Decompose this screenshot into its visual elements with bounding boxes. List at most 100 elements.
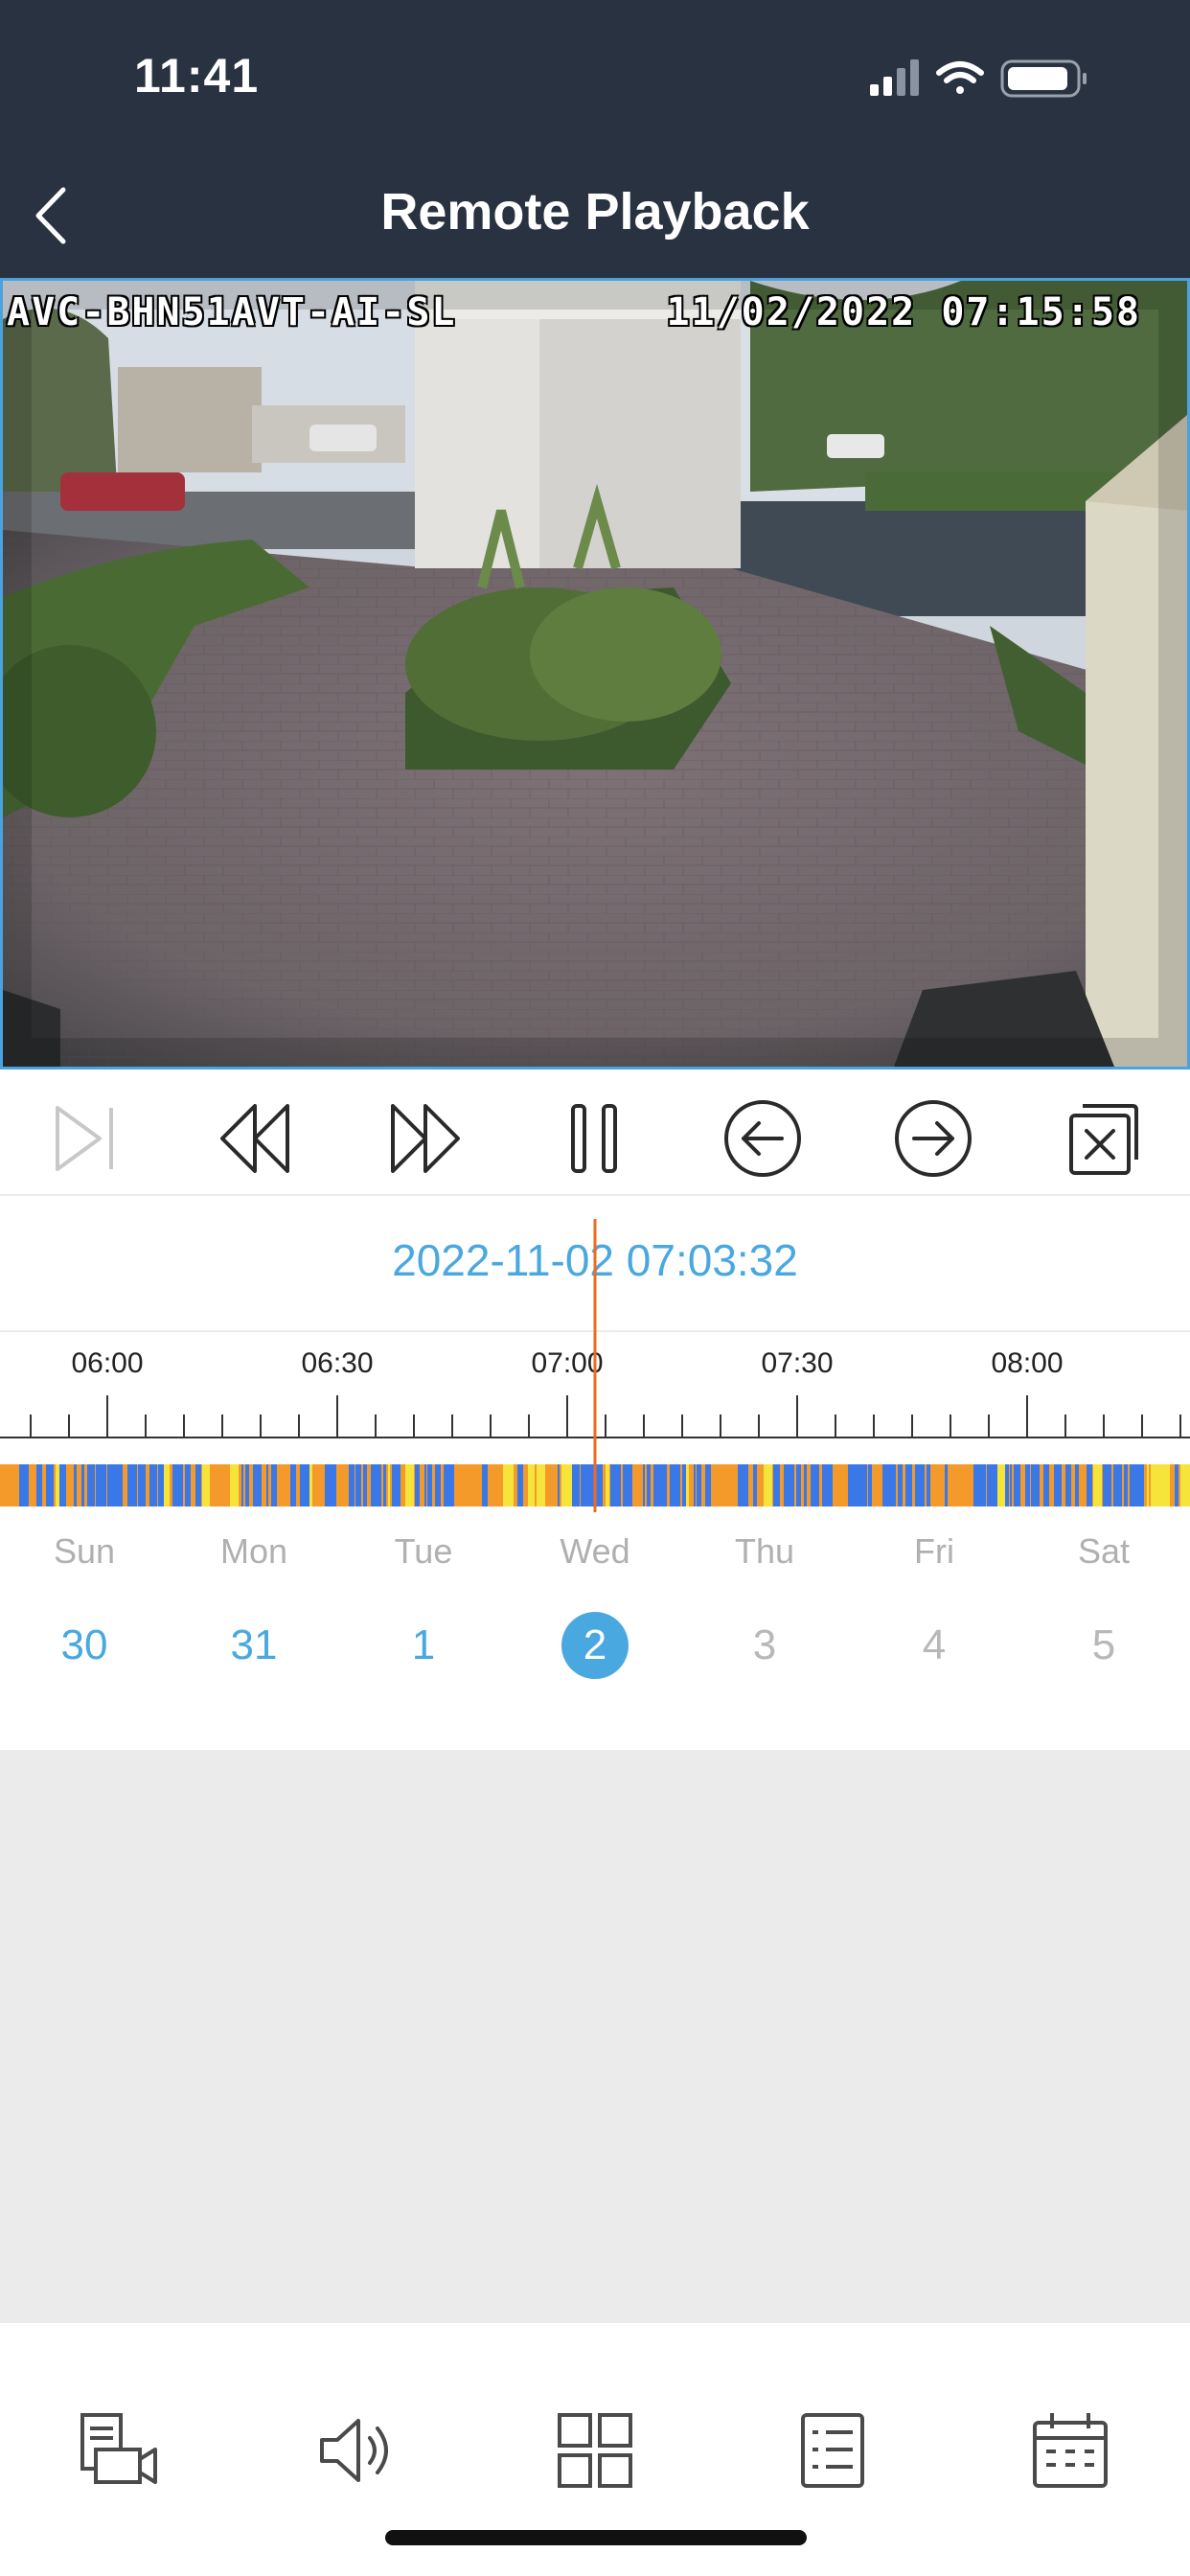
timeline-ruler[interactable] [0,1196,1190,1522]
recording-segment [572,1464,580,1506]
recording-segment [634,1464,640,1506]
skip-to-end-icon[interactable] [38,1092,130,1184]
recording-segment [46,1464,54,1506]
recording-segment [405,1464,414,1506]
calendar-date: 4 [922,1622,947,1668]
recording-segment [623,1464,632,1506]
recording-segment [932,1464,940,1506]
recording-segment [952,1464,963,1506]
recording-segment [492,1464,500,1506]
pause-icon[interactable] [548,1092,640,1184]
next-arrow-icon[interactable] [887,1092,979,1184]
recording-segment [471,1464,477,1506]
recording-segment [241,1464,243,1506]
recording-segment [796,1464,801,1506]
recording-segment [206,1464,210,1506]
weekday-label: Thu [734,1531,795,1571]
recording-segment [517,1464,523,1506]
video-player[interactable]: AVC-BHN51AVT-AI-SL 11/02/2022 07:15:58 [0,278,1190,1070]
recording-segment [371,1464,374,1506]
recording-segment [56,1464,59,1506]
recording-segment [202,1464,206,1506]
rewind-icon[interactable] [209,1092,301,1184]
recording-segment [339,1464,349,1506]
recording-video-icon[interactable] [75,2407,161,2494]
calendar-icon[interactable] [1027,2407,1113,2494]
calendar-date: 3 [752,1622,777,1668]
recording-segment [740,1464,748,1506]
recording-segment [1113,1464,1122,1506]
recording-segment [164,1464,170,1506]
speaker-icon[interactable] [312,2407,399,2494]
recording-segment [561,1464,572,1506]
recording-segment [245,1464,249,1506]
recording-segment [705,1464,711,1506]
timestamp-overlay: 11/02/2022 07:15:58 [666,290,1141,334]
recording-segment [383,1464,386,1506]
recording-segment [647,1464,651,1506]
recording-segment [215,1464,225,1506]
recording-segment [59,1464,66,1506]
fast-forward-icon[interactable] [379,1092,471,1184]
calendar-date[interactable]: 30 [27,1612,142,1679]
recording-segment [670,1464,680,1506]
selected-date[interactable]: 2 [538,1612,652,1679]
calendar-date[interactable]: 31 [196,1612,311,1679]
recording-segment [392,1464,400,1506]
battery-icon [1000,59,1087,98]
recording-segment [503,1464,514,1506]
recording-segment [1159,1464,1170,1506]
recording-segment [987,1464,997,1506]
recording-segment [282,1464,287,1506]
calendar-date[interactable]: 1 [366,1612,481,1679]
home-indicator [385,2530,807,2545]
recording-segment [172,1464,183,1506]
recording-segment [1124,1464,1128,1506]
recording-segment [1043,1464,1049,1506]
recording-segment [316,1464,324,1506]
status-time: 11:41 [134,49,260,103]
recording-segment [558,1464,560,1506]
playback-controls [0,1070,1190,1196]
recording-segment [890,1464,896,1506]
recording-segment [811,1464,819,1506]
recording-segment [725,1464,736,1506]
recording-segment [96,1464,106,1506]
recording-segment [1054,1464,1062,1506]
recording-segment [643,1464,645,1506]
recording-segment [415,1464,420,1506]
recording-segment [658,1464,667,1506]
recording-segment [822,1464,830,1506]
recording-segment [125,1464,126,1506]
recording-segment [1081,1464,1087,1506]
recording-segment [581,1464,587,1506]
recording-segment [1005,1464,1009,1506]
wifi-icon [936,61,984,94]
recording-segment [388,1464,390,1506]
close-window-icon[interactable] [1058,1092,1150,1184]
recording-segment [462,1464,468,1506]
recording-segment [1065,1464,1071,1506]
recording-segment [537,1464,545,1506]
recording-segment [686,1464,689,1506]
recording-segment [858,1464,867,1506]
weekday-label: Fri [914,1531,954,1571]
recording-segment [158,1464,164,1506]
weekday-label: Wed [560,1531,630,1571]
grid-layout-icon[interactable] [552,2407,638,2494]
recording-segment [548,1464,554,1506]
recording-segment [1138,1464,1144,1506]
previous-arrow-icon[interactable] [717,1092,809,1184]
recording-segment [435,1464,441,1506]
recording-segment [1014,1464,1020,1506]
recording-segment [74,1464,77,1506]
status-icons [870,59,1087,98]
recording-segment [107,1464,114,1506]
recording-segment [997,1464,1005,1506]
recording-segment [905,1464,912,1506]
list-icon[interactable] [790,2407,876,2494]
recording-segment [868,1464,872,1506]
recording-segment [1175,1464,1179,1506]
recording-segment [482,1464,488,1506]
recording-segment [355,1464,361,1506]
